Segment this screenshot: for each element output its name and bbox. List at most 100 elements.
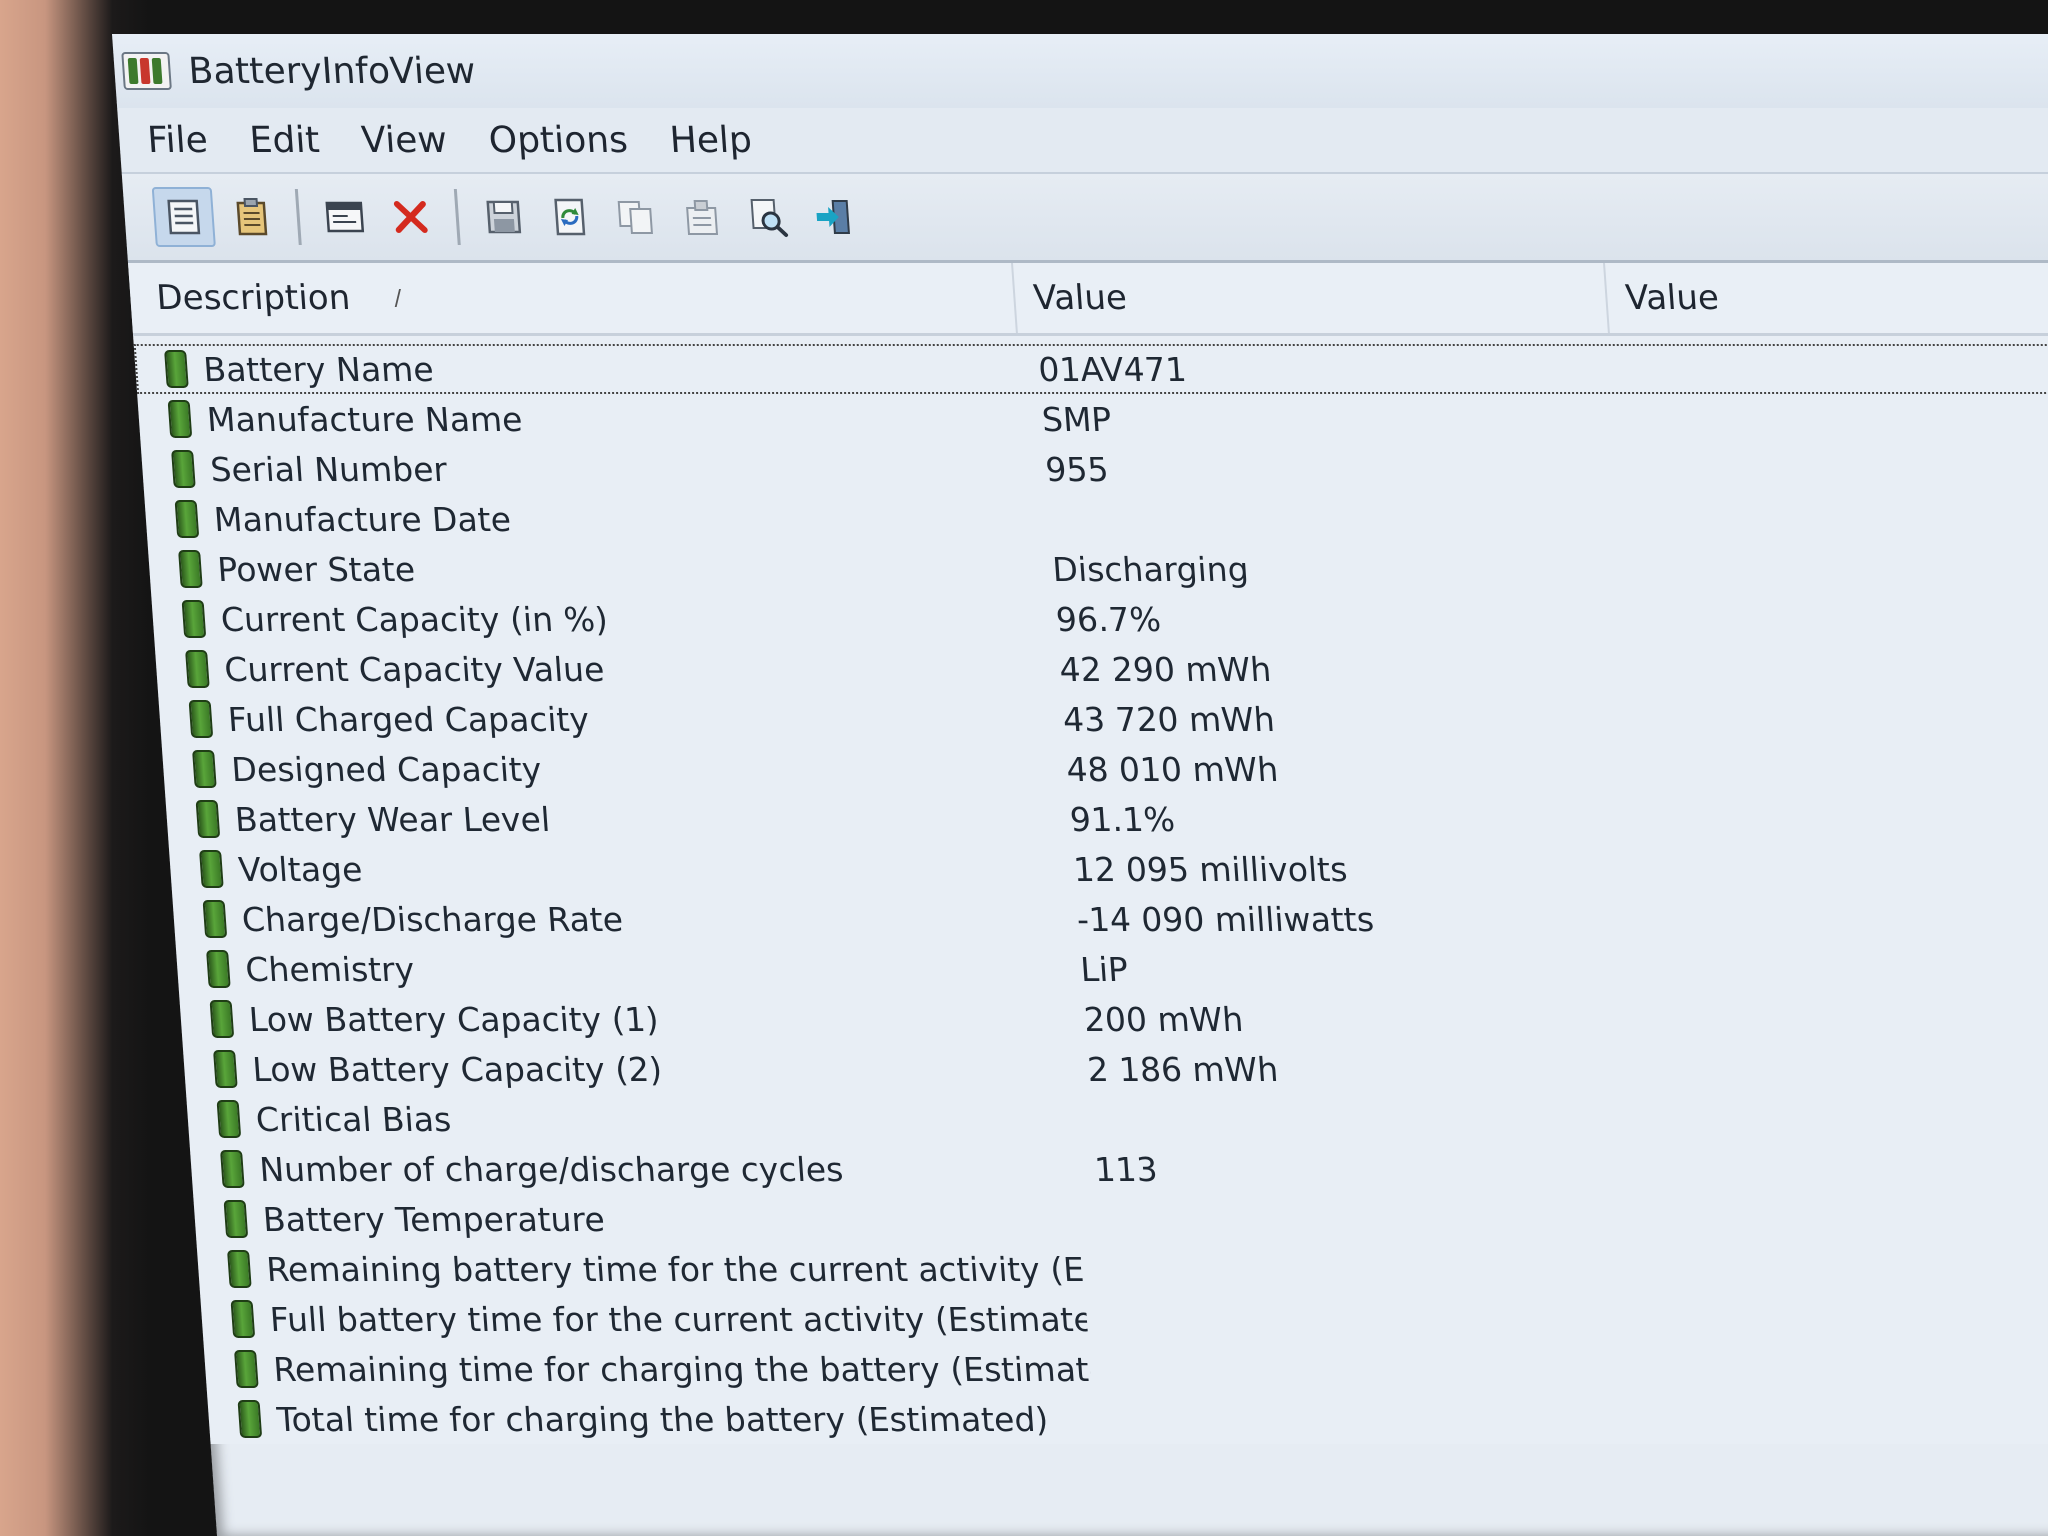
title-bar[interactable]: BatteryInfoView xyxy=(112,34,2048,108)
table-row[interactable]: Critical Bias xyxy=(186,1094,2048,1144)
table-row[interactable]: Current Capacity (in %) 96.7% xyxy=(151,594,2048,644)
find-icon xyxy=(750,199,789,237)
menu-bar: File Edit View Options Help xyxy=(117,108,2048,172)
table-row[interactable]: Battery Temperature xyxy=(193,1194,2048,1244)
battery-icon xyxy=(202,900,228,938)
table-row[interactable]: Voltage 12 095 millivolts xyxy=(169,844,2048,894)
table-row[interactable]: Total time for charging the battery (Est… xyxy=(207,1394,2048,1444)
save-button[interactable] xyxy=(474,189,534,245)
column-header-value-2[interactable]: Value xyxy=(1605,263,2048,333)
row-value: 01AV471 xyxy=(1037,349,1188,389)
row-description-text: Full Charged Capacity xyxy=(226,699,591,739)
row-value: -14 090 milliwatts xyxy=(1075,899,1376,939)
row-description-text: Low Battery Capacity (2) xyxy=(251,1049,664,1089)
copy-properties-icon xyxy=(686,200,719,235)
row-description: Manufacture Name xyxy=(138,400,1026,439)
table-row[interactable]: Remaining battery time for the current a… xyxy=(197,1244,2048,1294)
row-description-text: Battery Wear Level xyxy=(233,799,552,839)
row-description-text: Manufacture Name xyxy=(205,399,524,439)
row-description: Chemistry xyxy=(176,950,1064,989)
row-value: 43 720 mWh xyxy=(1061,699,1276,739)
menu-file[interactable]: File xyxy=(146,120,209,161)
row-value: SMP xyxy=(1040,399,1113,439)
list-header: Description / Value Value xyxy=(128,263,2048,336)
table-row[interactable]: Chemistry LiP xyxy=(176,944,2048,994)
row-description-text: Chemistry xyxy=(244,949,416,989)
table-row[interactable]: Low Battery Capacity (2) 2 186 mWh xyxy=(183,1044,2048,1094)
table-row[interactable]: Power State Discharging xyxy=(148,544,2048,594)
row-description: Manufacture Date xyxy=(145,500,1033,539)
table-row[interactable]: Manufacture Date xyxy=(144,494,2048,544)
table-row[interactable]: Designed Capacity 48 010 mWh xyxy=(162,744,2048,794)
delete-button[interactable] xyxy=(381,189,441,245)
row-description-text: Current Capacity Value xyxy=(223,649,606,689)
battery-icon xyxy=(171,450,196,488)
exit-button[interactable] xyxy=(804,189,864,245)
row-description-text: Remaining battery time for the current a… xyxy=(264,1249,1085,1289)
table-row[interactable]: Manufacture Name SMP xyxy=(137,394,2048,444)
table-row[interactable]: Battery Wear Level 91.1% xyxy=(165,794,2048,844)
table-row[interactable]: Full Charged Capacity 43 720 mWh xyxy=(158,694,2048,744)
battery-icon xyxy=(223,1200,249,1238)
row-value: Discharging xyxy=(1051,549,1250,589)
row-description-text: Battery Name xyxy=(202,349,435,389)
menu-help[interactable]: Help xyxy=(668,120,753,161)
battery-icon xyxy=(234,1350,259,1388)
menu-edit[interactable]: Edit xyxy=(248,120,321,161)
battery-info-list[interactable]: Description / Value Value Battery Name 01… xyxy=(128,263,2048,1444)
battery-icon xyxy=(230,1300,256,1338)
table-row[interactable]: Low Battery Capacity (1) 200 mWh xyxy=(179,994,2048,1044)
row-description: Designed Capacity xyxy=(162,750,1050,789)
battery-icon xyxy=(174,500,200,538)
row-description-text: Current Capacity (in %) xyxy=(219,599,610,639)
battery-icon xyxy=(209,1000,235,1038)
copy-button[interactable] xyxy=(606,189,666,245)
table-row[interactable]: Battery Name 01AV471 xyxy=(133,344,2048,394)
battery-icon xyxy=(220,1150,245,1188)
refresh-button[interactable] xyxy=(540,189,600,245)
copy-properties-button[interactable] xyxy=(672,189,732,245)
menu-view[interactable]: View xyxy=(360,120,448,161)
delete-icon xyxy=(393,201,428,233)
table-row[interactable]: Full battery time for the current activi… xyxy=(200,1294,2048,1344)
row-description: Serial Number xyxy=(141,450,1029,489)
battery-icon xyxy=(237,1400,263,1438)
column-header-value[interactable]: Value xyxy=(1013,263,1610,333)
row-description-text: Charge/Discharge Rate xyxy=(240,899,625,939)
battery-icon xyxy=(227,1250,252,1288)
row-description-text: Total time for charging the battery (Est… xyxy=(275,1399,1050,1439)
html-report-button[interactable] xyxy=(315,189,375,245)
row-description: Critical Bias xyxy=(187,1100,1075,1139)
table-row[interactable]: Current Capacity Value 42 290 mWh xyxy=(155,644,2048,694)
row-description-text: Battery Temperature xyxy=(261,1199,606,1239)
menu-options[interactable]: Options xyxy=(487,120,629,161)
find-button[interactable] xyxy=(738,189,798,245)
battery-app-icon xyxy=(121,52,172,90)
battery-icon xyxy=(178,550,203,588)
row-description-text: Power State xyxy=(216,549,417,589)
clipboard-button[interactable] xyxy=(222,189,282,245)
row-description: Low Battery Capacity (1) xyxy=(180,1000,1068,1039)
row-description: Number of charge/discharge cycles xyxy=(190,1150,1078,1189)
column-header-description[interactable]: Description / xyxy=(128,263,1018,333)
table-row[interactable]: Number of charge/discharge cycles 113 xyxy=(190,1144,2048,1194)
table-row[interactable]: Remaining time for charging the battery … xyxy=(204,1344,2048,1394)
battery-icon xyxy=(213,1050,238,1088)
row-value: LiP xyxy=(1079,949,1130,989)
row-value: 42 290 mWh xyxy=(1058,649,1273,689)
battery-icon xyxy=(164,350,189,388)
table-row[interactable]: Charge/Discharge Rate -14 090 milliwatts xyxy=(172,894,2048,944)
table-row[interactable]: Serial Number 955 xyxy=(141,444,2048,494)
row-description: Remaining time for charging the battery … xyxy=(204,1350,1092,1389)
row-value: 955 xyxy=(1044,449,1110,489)
battery-icon xyxy=(192,750,217,788)
row-description: Voltage xyxy=(169,850,1057,889)
row-description-text: Remaining time for charging the battery … xyxy=(271,1349,1092,1389)
battery-icon xyxy=(195,800,221,838)
row-description: Total time for charging the battery (Est… xyxy=(207,1400,1095,1439)
row-value: 2 186 mWh xyxy=(1086,1049,1280,1089)
clipboard-icon xyxy=(236,198,268,236)
battery-icon xyxy=(199,850,224,888)
sort-indicator: / xyxy=(393,285,403,311)
properties-button[interactable] xyxy=(151,187,216,247)
